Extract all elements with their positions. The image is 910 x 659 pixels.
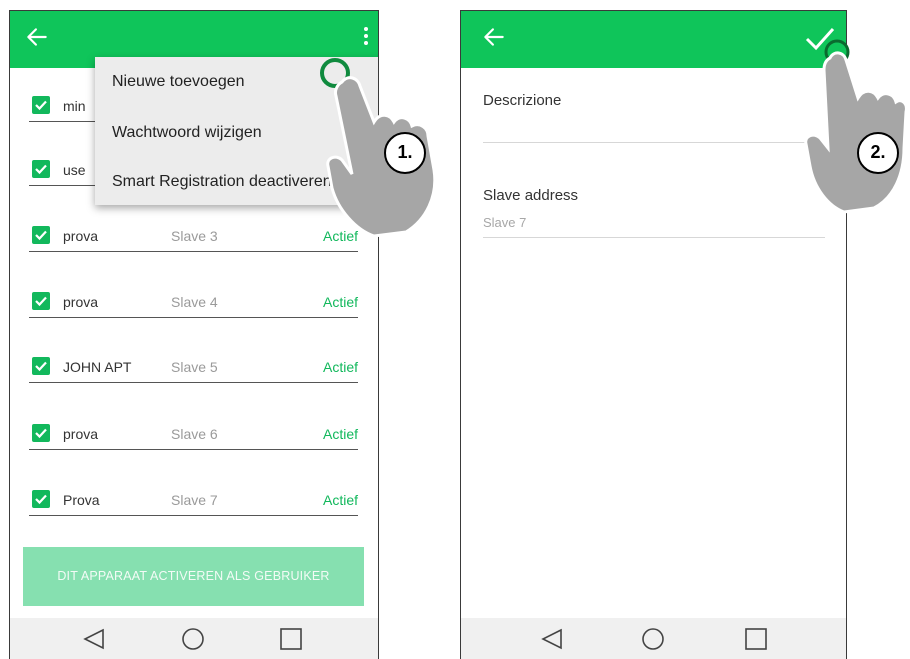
nav-recents-icon[interactable] [279, 628, 303, 650]
description-label: Descrizione [483, 92, 562, 109]
slave-address-value[interactable]: Slave 7 [483, 215, 526, 230]
row-name: prova [63, 228, 99, 244]
back-arrow-icon[interactable] [481, 24, 507, 50]
app-bar [461, 11, 846, 68]
row-name: JOHN APT [63, 359, 132, 375]
step-badge: 2. [857, 132, 899, 174]
step-badge: 1. [384, 132, 426, 174]
row-slave: Slave 7 [171, 492, 218, 508]
checkbox-icon[interactable] [32, 292, 50, 310]
android-nav-bar [461, 618, 846, 659]
description-input[interactable] [483, 142, 825, 143]
checkbox-icon[interactable] [32, 226, 50, 244]
hand-pointer-icon [804, 51, 908, 214]
back-arrow-icon[interactable] [24, 24, 50, 50]
activate-as-user-button[interactable]: DIT APPARAAT ACTIVEREN ALS GEBRUIKER [23, 547, 364, 606]
slave-address-label: Slave address [483, 187, 579, 204]
row-name: Prova [63, 492, 100, 508]
row-status: Actief [322, 426, 358, 442]
list-item[interactable]: prova Slave 3 Actief [29, 221, 358, 252]
slave-address-input-line [483, 237, 825, 238]
overflow-menu-icon[interactable] [362, 25, 370, 49]
menu-item-add-new[interactable]: Nieuwe toevoegen [112, 73, 245, 91]
row-status: Actief [322, 294, 358, 310]
row-slave: Slave 4 [171, 294, 218, 310]
nav-home-icon[interactable] [641, 628, 665, 650]
row-status: Actief [322, 359, 358, 375]
checkbox-icon[interactable] [32, 96, 50, 114]
phone-screen-add-slave: Descrizione Slave address Slave 7 [460, 10, 847, 659]
checkbox-icon[interactable] [32, 490, 50, 508]
checkbox-icon[interactable] [32, 357, 50, 375]
nav-home-icon[interactable] [181, 628, 205, 650]
row-slave: Slave 5 [171, 359, 218, 375]
checkbox-icon[interactable] [32, 160, 50, 178]
row-name: prova [63, 426, 99, 442]
android-nav-bar [10, 618, 378, 659]
list-item[interactable]: prova Slave 4 Actief [29, 287, 358, 318]
list-item[interactable]: prova Slave 6 Actief [29, 419, 358, 450]
row-slave: Slave 3 [171, 228, 218, 244]
row-name: min [63, 98, 86, 114]
row-slave: Slave 6 [171, 426, 218, 442]
row-name: prova [63, 294, 99, 310]
nav-back-icon[interactable] [82, 628, 106, 650]
checkbox-icon[interactable] [32, 424, 50, 442]
menu-item-change-password[interactable]: Wachtwoord wijzigen [112, 124, 262, 142]
menu-item-deactivate-smart-registration[interactable]: Smart Registration deactiveren [112, 173, 332, 191]
row-name: use [63, 162, 86, 178]
list-item[interactable]: JOHN APT Slave 5 Actief [29, 352, 358, 383]
nav-back-icon[interactable] [540, 628, 564, 650]
nav-recents-icon[interactable] [744, 628, 768, 650]
list-item[interactable]: Prova Slave 7 Actief [29, 485, 358, 516]
row-status: Actief [322, 492, 358, 508]
